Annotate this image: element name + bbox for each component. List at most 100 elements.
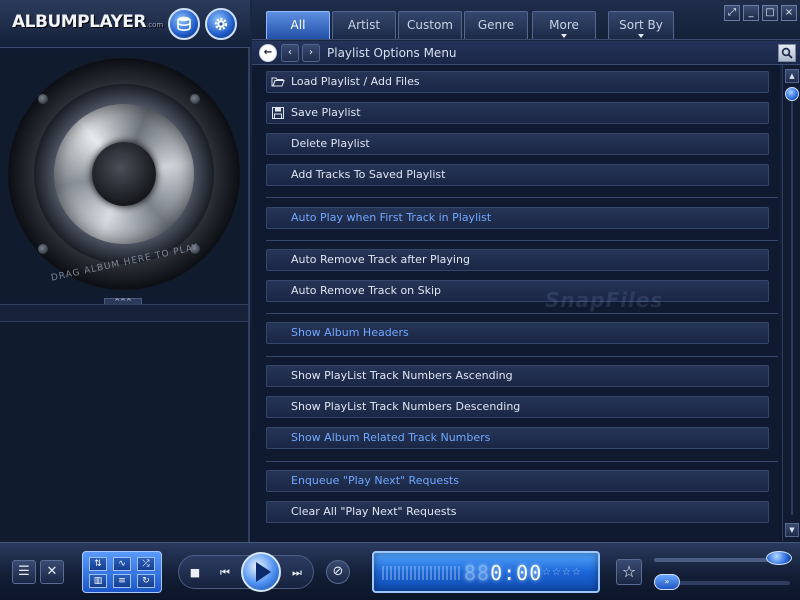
library-mode-button[interactable]: ≡ — [113, 574, 131, 588]
repeat-icon: ↻ — [142, 576, 150, 586]
close-button[interactable]: × — [781, 5, 797, 21]
mode-selector: ⇅ ∿ ⤮ ▥ ≡ ↻ — [82, 551, 162, 593]
tab-sort-by[interactable]: Sort By — [608, 11, 674, 39]
settings-button[interactable] — [205, 8, 237, 40]
chevron-left-icon: ‹ — [288, 47, 292, 58]
seek-knob[interactable]: » — [654, 574, 680, 590]
maximize-icon: □ — [765, 7, 775, 18]
menu-item-auto-remove-played[interactable]: Auto Remove Track after Playing — [266, 249, 769, 271]
menu-item-track-numbers-asc[interactable]: Show PlayList Track Numbers Ascending — [266, 365, 769, 387]
favorite-button[interactable]: ☆ — [616, 559, 642, 585]
tab-all[interactable]: All — [266, 11, 330, 39]
menu-scrollbar[interactable]: ▲ ▼ — [782, 65, 800, 541]
volume-knob[interactable] — [766, 551, 792, 565]
time-display: 880:00 — [464, 561, 543, 585]
scroll-thumb[interactable] — [785, 87, 799, 101]
database-icon — [177, 16, 191, 32]
search-button[interactable] — [778, 44, 796, 62]
left-pane: ALBUMPLAYER.com DRAG ALBUM HERE TO PLAY … — [0, 0, 250, 542]
equalizer-mode-button[interactable]: ⇅ — [89, 557, 107, 571]
folder-open-icon — [271, 77, 285, 87]
gear-icon — [214, 17, 228, 31]
star-icon: ☆ — [621, 562, 637, 581]
tab-genre[interactable]: Genre — [464, 11, 528, 39]
remove-button[interactable]: ✕ — [40, 560, 64, 584]
logo-text: ALBUMPLAYER — [12, 12, 147, 32]
spectrum-button[interactable]: ▥ — [89, 574, 107, 588]
floppy-disk-icon — [272, 107, 284, 119]
menu-item-add-tracks[interactable]: Add Tracks To Saved Playlist — [266, 164, 769, 186]
separator — [266, 197, 778, 198]
tab-custom[interactable]: Custom — [398, 11, 462, 39]
previous-track-button[interactable]: ⏮ — [215, 563, 235, 583]
next-button[interactable]: › — [302, 44, 320, 62]
menu-title: Playlist Options Menu — [327, 46, 457, 60]
previous-button[interactable]: ‹ — [281, 44, 299, 62]
close-icon: ✕ — [46, 564, 58, 579]
menu-item-auto-remove-skip[interactable]: Auto Remove Track on Skip — [266, 280, 769, 302]
chevron-up-icon: ▲ — [789, 72, 795, 80]
wave-icon: ∿ — [118, 559, 126, 569]
minimize-icon: _ — [748, 7, 754, 18]
stop-after-button[interactable]: ⊘ — [326, 560, 350, 584]
shuffle-button[interactable]: ⤮ — [137, 557, 155, 571]
spectrum-visual — [382, 566, 460, 580]
logo-bar: ALBUMPLAYER.com — [0, 0, 250, 48]
play-button[interactable] — [241, 552, 281, 592]
left-info-strip — [0, 304, 248, 322]
separator — [266, 240, 778, 241]
player-controls-bar: ☰ ✕ ⇅ ∿ ⤮ ▥ ≡ ↻ ■ ⏮ ⏭ ⊘ 880:00 ☆☆☆☆☆ ☆ » — [0, 542, 800, 600]
block-icon: ⊘ — [332, 564, 344, 579]
screw-icon — [38, 244, 48, 254]
menu-item-delete-playlist[interactable]: Delete Playlist — [266, 133, 769, 155]
scroll-up-button[interactable]: ▲ — [785, 69, 799, 83]
close-icon: × — [784, 7, 794, 18]
tab-more[interactable]: More — [532, 11, 596, 39]
menu-item-save-playlist[interactable]: Save Playlist — [266, 102, 769, 124]
bars-icon: ▥ — [93, 576, 103, 586]
skip-forward-icon: ⏭ — [292, 566, 302, 579]
tab-artist[interactable]: Artist — [332, 11, 396, 39]
next-track-button[interactable]: ⏭ — [287, 563, 307, 583]
skip-back-icon: ⏮ — [220, 566, 230, 579]
database-icon: ≡ — [118, 576, 126, 586]
menu-item-clear-play-next[interactable]: Clear All "Play Next" Requests — [266, 501, 769, 523]
visualizer-mode-button[interactable]: ∿ — [113, 557, 131, 571]
menu-item-track-numbers-desc[interactable]: Show PlayList Track Numbers Descending — [266, 396, 769, 418]
transport-controls: ■ ⏮ ⏭ — [178, 552, 314, 592]
logo-suffix: .com — [146, 21, 164, 29]
menu-item-enqueue-play-next[interactable]: Enqueue "Play Next" Requests — [266, 470, 769, 492]
app-logo: ALBUMPLAYER.com — [12, 12, 163, 32]
maximize-button[interactable]: □ — [762, 5, 778, 21]
fast-forward-icon: » — [664, 577, 670, 586]
play-icon — [255, 562, 271, 582]
lcd-display: 880:00 ☆☆☆☆☆ — [372, 551, 600, 593]
playlist-menu-button[interactable]: ☰ — [12, 560, 36, 584]
watermark: SnapFiles — [545, 288, 664, 312]
menu-item-album-track-numbers[interactable]: Show Album Related Track Numbers — [266, 427, 769, 449]
left-track-list[interactable] — [0, 322, 248, 542]
list-icon: ☰ — [18, 564, 30, 579]
library-button[interactable] — [168, 8, 200, 40]
chevron-down-icon: ▼ — [789, 526, 795, 534]
scroll-down-button[interactable]: ▼ — [785, 523, 799, 537]
restore-button[interactable]: ⤢ — [724, 5, 740, 21]
menu-item-auto-play[interactable]: Auto Play when First Track in Playlist — [266, 207, 769, 229]
shuffle-icon: ⤮ — [142, 559, 150, 569]
stop-button[interactable]: ■ — [185, 563, 205, 583]
arrow-left-icon: ← — [263, 47, 273, 58]
minimize-button[interactable]: _ — [743, 5, 759, 21]
separator — [266, 356, 778, 357]
menu-header: ← ‹ › Playlist Options Menu — [252, 41, 800, 65]
repeat-button[interactable]: ↻ — [137, 574, 155, 588]
app-window: ALBUMPLAYER.com DRAG ALBUM HERE TO PLAY … — [0, 0, 800, 600]
menu-item-load-playlist[interactable]: Load Playlist / Add Files — [266, 71, 769, 93]
back-button[interactable]: ← — [259, 44, 277, 62]
stop-icon: ■ — [189, 566, 201, 579]
menu-item-album-headers[interactable]: Show Album Headers — [266, 322, 769, 344]
separator — [266, 313, 778, 314]
album-drop-area[interactable]: DRAG ALBUM HERE TO PLAY — [0, 50, 248, 298]
category-tabs: All Artist Custom Genre More Sort By ⤢ _… — [252, 0, 800, 40]
rating-stars[interactable]: ☆☆☆☆☆ — [532, 567, 582, 578]
restore-icon: ⤢ — [728, 7, 736, 18]
